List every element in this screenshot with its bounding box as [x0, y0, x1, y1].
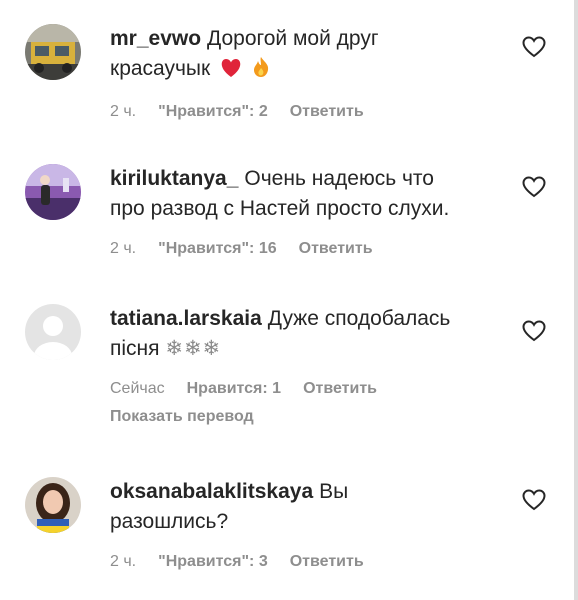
- comment-meta: 2 ч. "Нравится": 2 Ответить: [110, 102, 514, 122]
- scrollbar-edge: [574, 0, 578, 600]
- avatar[interactable]: [25, 164, 81, 220]
- heart-outline-icon[interactable]: [522, 176, 546, 198]
- heart-outline-icon[interactable]: [522, 320, 546, 342]
- comment-time[interactable]: 2 ч.: [110, 552, 136, 572]
- comment-time[interactable]: 2 ч.: [110, 239, 136, 259]
- avatar[interactable]: [25, 477, 81, 533]
- comment-time[interactable]: 2 ч.: [110, 102, 136, 122]
- heart-outline-icon[interactable]: [522, 489, 546, 511]
- comment-likes[interactable]: Нравится: 1: [187, 379, 281, 399]
- comment-username[interactable]: kiriluktanya_: [110, 167, 238, 190]
- reply-button[interactable]: Ответить: [299, 239, 373, 259]
- red-heart-icon: [220, 57, 242, 87]
- comment-text: Дорогой мой друг: [207, 27, 379, 50]
- comment-likes[interactable]: "Нравится": 3: [158, 552, 268, 572]
- comment-likes[interactable]: "Нравится": 16: [158, 239, 277, 259]
- comment-meta: Сейчас Нравится: 1 Ответить: [110, 379, 514, 399]
- show-translation-button[interactable]: Показать перевод: [110, 407, 514, 427]
- comment-text: разошлись?: [110, 510, 229, 533]
- snowflake-emoji: ❄❄❄: [165, 337, 222, 360]
- comment-meta: 2 ч. "Нравится": 3 Ответить: [110, 552, 514, 572]
- comment-text: про развод с Настей просто слухи.: [110, 197, 450, 220]
- comment-text: пісня: [110, 337, 160, 360]
- reply-button[interactable]: Ответить: [290, 102, 364, 122]
- comment-likes[interactable]: "Нравится": 2: [158, 102, 268, 122]
- fire-icon: [252, 56, 270, 87]
- comment-time[interactable]: Сейчас: [110, 379, 165, 399]
- avatar[interactable]: [25, 24, 81, 80]
- comment-text: красаучык: [110, 57, 211, 80]
- reply-button[interactable]: Ответить: [303, 379, 377, 399]
- comment-username[interactable]: tatiana.larskaia: [110, 307, 262, 330]
- comment-text: Вы: [319, 480, 349, 503]
- comment-username[interactable]: oksanabalaklitskaya: [110, 480, 313, 503]
- avatar[interactable]: [25, 304, 81, 360]
- heart-outline-icon[interactable]: [522, 36, 546, 58]
- comment-meta: 2 ч. "Нравится": 16 Ответить: [110, 239, 514, 259]
- comment-text: Очень надеюсь что: [244, 167, 434, 190]
- comment-text: Дуже сподобалась: [267, 307, 451, 330]
- reply-button[interactable]: Ответить: [290, 552, 364, 572]
- comment-username[interactable]: mr_evwo: [110, 27, 201, 50]
